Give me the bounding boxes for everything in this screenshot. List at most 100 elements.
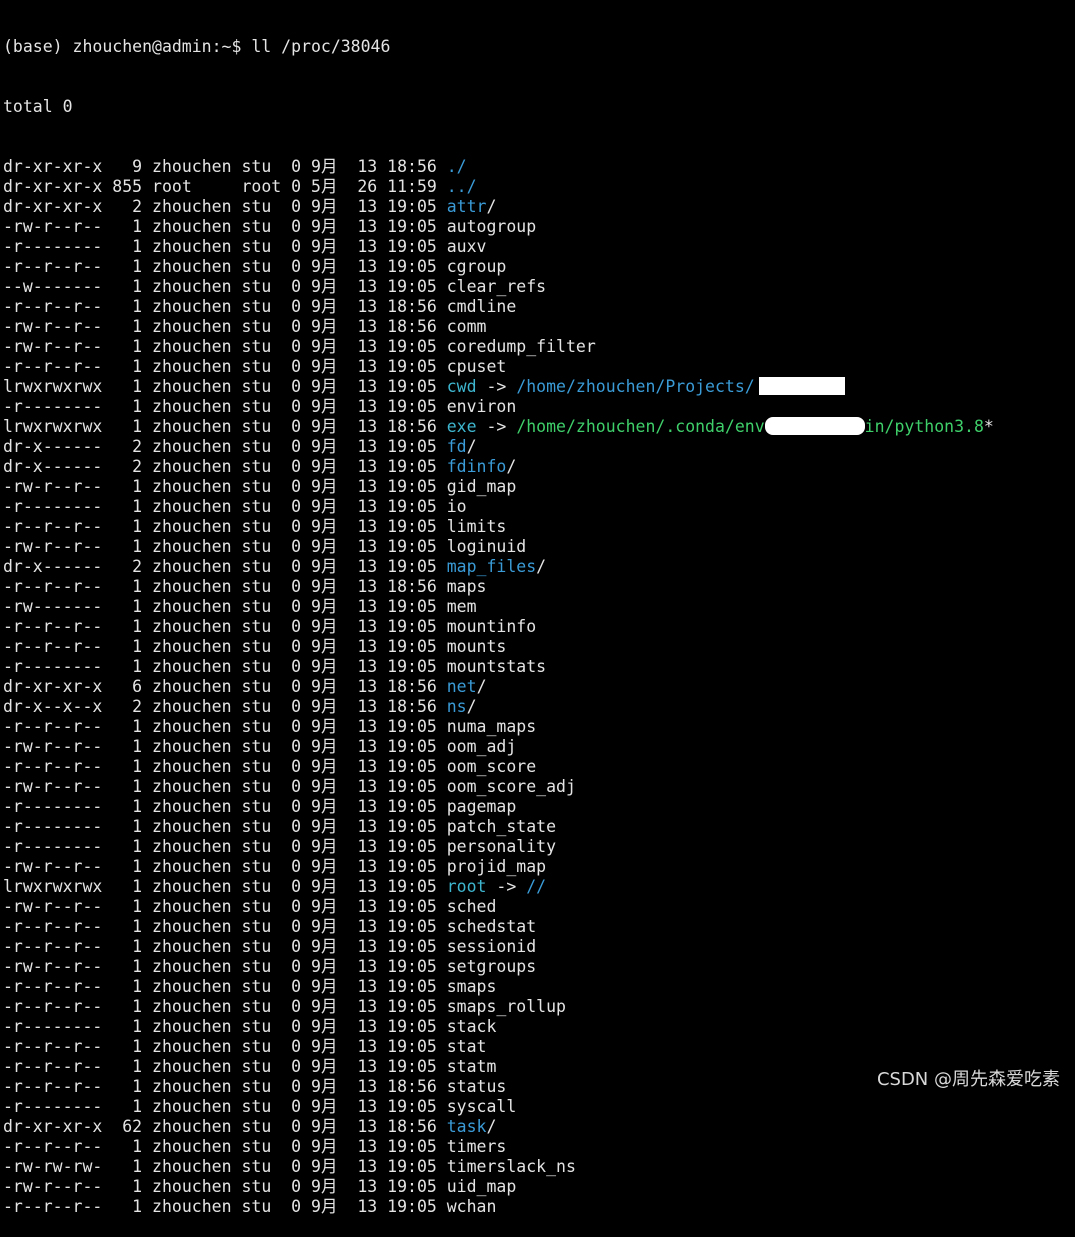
size: 0 bbox=[291, 1037, 302, 1056]
listing-row: -r--r--r-- 1 zhouchen stu 0 9月 13 19:05 … bbox=[3, 257, 1075, 277]
time: 19:05 bbox=[387, 997, 437, 1016]
listing-row: -r--r--r-- 1 zhouchen stu 0 9月 13 19:05 … bbox=[3, 1037, 1075, 1057]
link-count: 1 bbox=[112, 917, 143, 936]
time: 19:05 bbox=[387, 1017, 437, 1036]
listing-row: dr-xr-xr-x 2 zhouchen stu 0 9月 13 19:05 … bbox=[3, 197, 497, 216]
link-count: 1 bbox=[112, 317, 143, 336]
time: 19:05 bbox=[387, 197, 437, 216]
owner: zhouchen bbox=[152, 297, 232, 316]
month: 9月 bbox=[311, 377, 338, 396]
group: stu bbox=[241, 277, 282, 296]
time: 19:05 bbox=[387, 557, 437, 576]
day: 13 bbox=[347, 1097, 378, 1116]
redaction-block bbox=[758, 377, 845, 395]
link-count: 1 bbox=[112, 1197, 143, 1216]
entry-name: gid_map bbox=[446, 477, 517, 496]
listing-row: -rw-r--r-- 1 zhouchen stu 0 9月 13 19:05 … bbox=[3, 957, 1075, 977]
entry-name: ns bbox=[446, 697, 467, 716]
owner: zhouchen bbox=[152, 977, 232, 996]
permissions: -rw-r--r-- bbox=[3, 777, 103, 796]
permissions: -r-------- bbox=[3, 657, 103, 676]
owner: zhouchen bbox=[152, 497, 232, 516]
day: 13 bbox=[347, 497, 378, 516]
day: 13 bbox=[347, 257, 378, 276]
link-count: 1 bbox=[112, 517, 143, 536]
listing-row: -r--r--r-- 1 zhouchen stu 0 9月 13 19:05 … bbox=[3, 617, 1075, 637]
owner: zhouchen bbox=[152, 797, 232, 816]
month: 9月 bbox=[311, 817, 338, 836]
owner: zhouchen bbox=[152, 837, 232, 856]
time: 19:05 bbox=[387, 837, 437, 856]
entry-name: comm bbox=[446, 317, 487, 336]
permissions: -r-------- bbox=[3, 1017, 103, 1036]
month: 9月 bbox=[311, 937, 338, 956]
watermark-text: CSDN @周先森爱吃素 bbox=[876, 1069, 1060, 1090]
permissions: dr-xr-xr-x bbox=[3, 157, 103, 176]
group: stu bbox=[241, 537, 282, 556]
link-target-tail: in/python3.8 bbox=[864, 417, 984, 436]
time: 19:05 bbox=[387, 877, 437, 896]
group: stu bbox=[241, 417, 282, 436]
time: 19:05 bbox=[387, 777, 437, 796]
size: 0 bbox=[291, 177, 302, 196]
day: 13 bbox=[347, 357, 378, 376]
link-count: 2 bbox=[112, 197, 143, 216]
link-count: 1 bbox=[112, 1017, 143, 1036]
time: 19:05 bbox=[387, 497, 437, 516]
entry-name: setgroups bbox=[446, 957, 537, 976]
day: 13 bbox=[347, 1057, 378, 1076]
listing-row: -rw-r--r-- 1 zhouchen stu 0 9月 13 19:05 … bbox=[3, 477, 1075, 497]
permissions: dr-x--x--x bbox=[3, 697, 103, 716]
permissions: -r--r--r-- bbox=[3, 997, 103, 1016]
permissions: -rw-r--r-- bbox=[3, 897, 103, 916]
owner: zhouchen bbox=[152, 997, 232, 1016]
month: 9月 bbox=[311, 557, 338, 576]
month: 9月 bbox=[311, 1157, 338, 1176]
day: 13 bbox=[347, 277, 378, 296]
size: 0 bbox=[291, 737, 302, 756]
day: 13 bbox=[347, 937, 378, 956]
entry-name: mountstats bbox=[446, 657, 547, 676]
group: stu bbox=[241, 617, 282, 636]
day: 13 bbox=[347, 697, 378, 716]
time: 11:59 bbox=[387, 177, 437, 196]
entry-name: mountinfo bbox=[446, 617, 537, 636]
day: 13 bbox=[347, 1037, 378, 1056]
terminal-window[interactable]: (base) zhouchen@admin:~$ ll /proc/38046 … bbox=[3, 0, 1075, 1237]
owner: zhouchen bbox=[152, 957, 232, 976]
month: 9月 bbox=[311, 197, 338, 216]
time: 19:05 bbox=[387, 437, 437, 456]
listing-row: dr-x--x--x 2 zhouchen stu 0 9月 13 18:56 … bbox=[3, 697, 477, 716]
time: 18:56 bbox=[387, 297, 437, 316]
size: 0 bbox=[291, 297, 302, 316]
day: 13 bbox=[347, 1117, 378, 1136]
owner: zhouchen bbox=[152, 817, 232, 836]
permissions: --w------- bbox=[3, 277, 103, 296]
link-count: 1 bbox=[112, 877, 143, 896]
owner: zhouchen bbox=[152, 877, 232, 896]
size: 0 bbox=[291, 657, 302, 676]
permissions: -r-------- bbox=[3, 237, 103, 256]
time: 19:05 bbox=[387, 797, 437, 816]
size: 0 bbox=[291, 817, 302, 836]
listing-row: -r--r--r-- 1 zhouchen stu 0 9月 13 19:05 … bbox=[3, 757, 1075, 777]
group: stu bbox=[241, 1197, 282, 1216]
permissions: -r--r--r-- bbox=[3, 297, 103, 316]
time: 18:56 bbox=[387, 1077, 437, 1096]
size: 0 bbox=[291, 957, 302, 976]
day: 13 bbox=[347, 917, 378, 936]
entry-name: task bbox=[446, 1117, 487, 1136]
day: 13 bbox=[347, 837, 378, 856]
group: stu bbox=[241, 377, 282, 396]
owner: zhouchen bbox=[152, 577, 232, 596]
entry-name: stack bbox=[446, 1017, 497, 1036]
group: stu bbox=[241, 777, 282, 796]
day: 13 bbox=[347, 717, 378, 736]
group: stu bbox=[241, 997, 282, 1016]
owner: zhouchen bbox=[152, 857, 232, 876]
link-count: 1 bbox=[112, 957, 143, 976]
link-target: /home/zhouchen/.conda/env bbox=[516, 417, 765, 436]
listing-row: -r--r--r-- 1 zhouchen stu 0 9月 13 18:56 … bbox=[3, 297, 1075, 317]
listing-row: -r-------- 1 zhouchen stu 0 9月 13 19:05 … bbox=[3, 797, 1075, 817]
owner: zhouchen bbox=[152, 417, 232, 436]
